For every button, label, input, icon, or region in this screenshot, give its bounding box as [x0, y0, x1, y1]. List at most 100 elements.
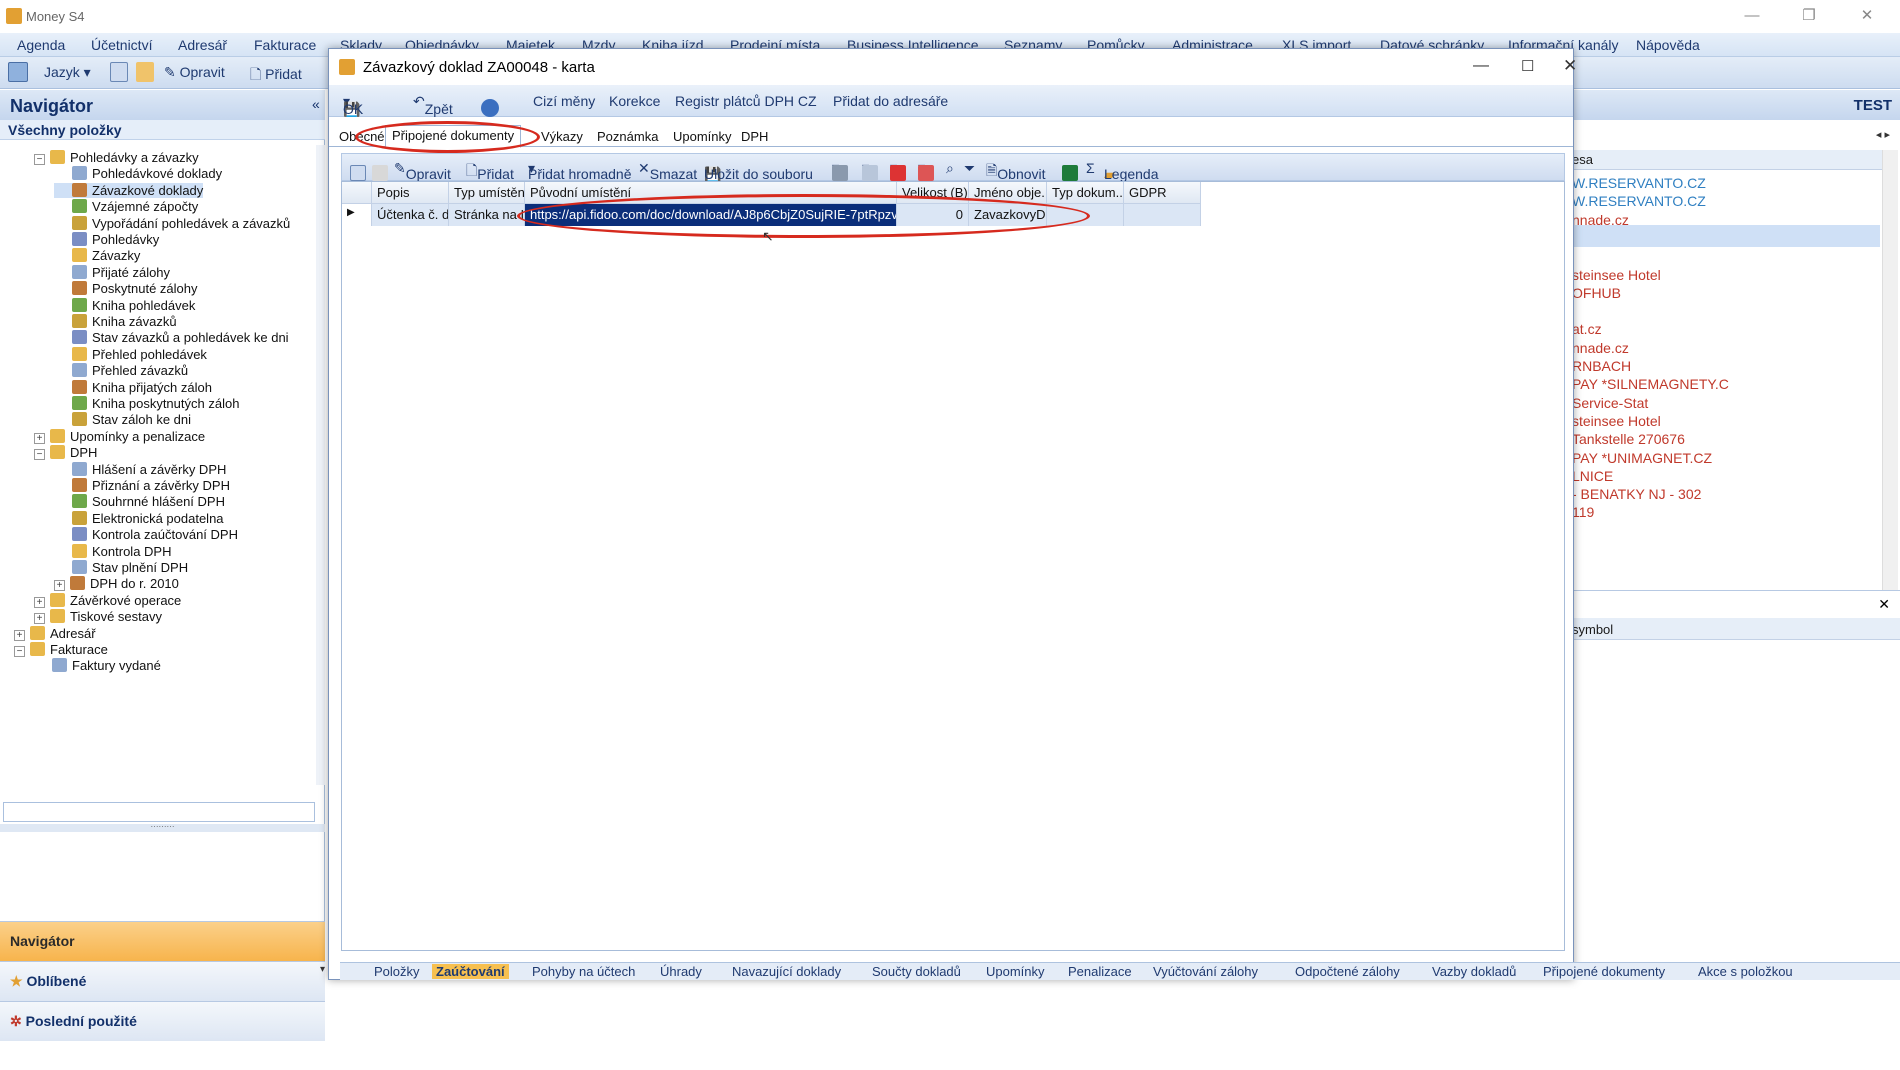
btab-polozky[interactable]: Položky	[374, 964, 420, 979]
tree-item[interactable]: Faktury vydané	[34, 658, 161, 673]
tree-item[interactable]: Přiznání a závěrky DPH	[54, 478, 230, 493]
tree-item[interactable]: Hlášení a závěrky DPH	[54, 461, 226, 477]
expand-icon[interactable]: +	[34, 432, 45, 444]
copy-icon[interactable]	[136, 62, 154, 82]
navigator-button[interactable]: Navigátor	[0, 921, 325, 961]
cell-typ-umisteni[interactable]: Stránka na I...	[449, 204, 525, 226]
expand-icon[interactable]: +	[34, 596, 45, 608]
tree-item[interactable]: Elektronická podatelna	[54, 510, 224, 526]
tree-item[interactable]: Přehled pohledávek	[54, 346, 207, 362]
tree-item[interactable]: Kontrola zaúčtování DPH	[54, 527, 238, 542]
preview-icon[interactable]: ▾	[862, 159, 878, 181]
filter-icon[interactable]: ⏷	[964, 160, 975, 177]
tab-upominky[interactable]: Upomínky	[667, 127, 738, 147]
expand-icon[interactable]: +	[14, 629, 25, 641]
zpet-button[interactable]: ↶ Zpět	[413, 93, 453, 117]
btab-zauctovani[interactable]: Zaúčtování	[432, 964, 509, 979]
splitter-handle[interactable]: ·········	[0, 823, 325, 832]
btab-penalizace[interactable]: Penalizace	[1068, 964, 1132, 979]
smazat-button[interactable]: ✕ Smazat	[638, 160, 697, 182]
tree-item[interactable]: Přehled závazků	[54, 363, 188, 378]
cell-gdpr[interactable]	[1124, 204, 1201, 226]
close-icon[interactable]: ✕	[1855, 5, 1879, 27]
btab-odpoctene[interactable]: Odpočtené zálohy	[1295, 964, 1400, 979]
tree-item[interactable]: + Závěrkové operace	[34, 592, 181, 608]
btab-uhrady[interactable]: Úhrady	[660, 964, 702, 979]
tree-item[interactable]: Přijaté zálohy	[54, 264, 170, 280]
pridat-button[interactable]: 🗋 Přidat	[250, 64, 302, 88]
tree-item[interactable]: Závazkové doklady	[54, 182, 204, 198]
scroll-arrows-icon[interactable]: ◂ ▸	[1876, 128, 1890, 141]
jazyk-button[interactable]: Jazyk ▾	[44, 64, 91, 81]
menu-fakturace[interactable]: Fakturace	[254, 37, 316, 53]
posledni-pouzite-button[interactable]: ✲ Poslední použité	[0, 1001, 325, 1041]
pridat-do-adresare-button[interactable]: Přidat do adresáře	[833, 93, 948, 109]
btab-pripojene[interactable]: Připojené dokumenty	[1543, 964, 1665, 979]
korekce-button[interactable]: Korekce	[609, 93, 660, 109]
registr-platcu-button[interactable]: Registr plátců DPH CZ	[675, 93, 817, 109]
search-icon[interactable]: ⌕	[946, 160, 954, 177]
opravit-button[interactable]: ✎ Opravit	[164, 64, 225, 81]
btab-upominky[interactable]: Upomínky	[986, 964, 1045, 979]
collapse-icon[interactable]: −	[14, 646, 25, 657]
expand-icon[interactable]: +	[34, 613, 45, 625]
menu-adresar[interactable]: Adresář	[178, 37, 227, 53]
tree-item[interactable]: Poskytnuté zálohy	[54, 281, 198, 296]
tree-item[interactable]: + DPH do r. 2010	[54, 576, 179, 592]
column-popis[interactable]: Popis	[372, 182, 449, 204]
symbol-column-header[interactable]: symbol	[1572, 618, 1900, 640]
dialog-maximize-icon[interactable]: ☐	[1521, 57, 1534, 75]
column-header-adresa[interactable]: esa	[1572, 150, 1882, 170]
tree-item[interactable]: Pohledávkové doklady	[54, 166, 222, 181]
tree-item[interactable]: Pohledávky	[54, 232, 159, 247]
btab-vazby[interactable]: Vazby dokladů	[1432, 964, 1516, 979]
close-lower-panel-icon[interactable]: ✕	[1878, 596, 1890, 613]
minimize-icon[interactable]: —	[1740, 5, 1764, 27]
layout-icon[interactable]	[8, 62, 28, 82]
restore-icon[interactable]: ❐	[1797, 5, 1821, 27]
tree-item[interactable]: Vzájemné zápočty	[54, 199, 198, 214]
tree-item[interactable]: − Fakturace	[14, 642, 108, 657]
collapse-navigator-icon[interactable]: «	[312, 96, 320, 112]
tree-item[interactable]: Vypořádání pohledávek a závazků	[54, 215, 290, 231]
pridat-hromadne-button[interactable]: Přidat hromadně ▾	[528, 160, 632, 182]
expand-icon[interactable]: +	[54, 580, 65, 592]
btab-vyuctovani[interactable]: Vyúčtování zálohy	[1153, 964, 1258, 979]
pdf-icon[interactable]: ▾	[890, 159, 906, 181]
column-typ-dokumentu[interactable]: Typ dokum...	[1047, 182, 1124, 204]
tree-item[interactable]: Závazky	[54, 248, 140, 263]
tab-poznamka[interactable]: Poznámka	[591, 127, 664, 147]
column-gdpr[interactable]: GDPR	[1124, 182, 1201, 204]
sum-icon[interactable]: Σ	[1086, 160, 1095, 176]
ok-button[interactable]: 💾 OK ▾	[343, 93, 363, 117]
tree-item[interactable]: − DPH	[34, 445, 97, 461]
tree-item[interactable]: + Adresář	[14, 625, 96, 641]
bottom-scroll-arrow-icon[interactable]: ▾	[320, 964, 325, 975]
navigator-scrollbar[interactable]	[316, 145, 325, 785]
tab-dph[interactable]: DPH	[735, 127, 774, 147]
menu-ucetnictvi[interactable]: Účetnictví	[91, 37, 152, 53]
navigator-search-input[interactable]	[3, 802, 315, 822]
menu-agenda[interactable]: Agenda	[17, 37, 65, 53]
dialog-close-icon[interactable]: ✕	[1563, 56, 1577, 76]
cell-popis[interactable]: Účtenka č. d...	[372, 204, 449, 226]
print-icon[interactable]: ▾	[832, 159, 848, 181]
btab-pohyby[interactable]: Pohyby na účtech	[532, 964, 635, 979]
grid-opravit-button[interactable]: ✎ Opravit	[394, 160, 451, 182]
btab-navazujici[interactable]: Navazující doklady	[732, 964, 841, 979]
dialog-minimize-icon[interactable]: —	[1473, 57, 1489, 75]
tree-item[interactable]: Stav závazků a pohledávek ke dni	[54, 330, 289, 345]
list-item[interactable]: 119	[1572, 501, 1872, 523]
save-icon[interactable]	[110, 62, 128, 82]
tree-item[interactable]: Kontrola DPH	[54, 543, 171, 559]
tree-item[interactable]: + Tiskové sestavy	[34, 609, 162, 625]
tree-item[interactable]: Stav záloh ke dni	[54, 412, 191, 427]
menu-napoveda[interactable]: Nápověda	[1636, 37, 1700, 53]
tree-item[interactable]: Souhrnné hlášení DPH	[54, 494, 225, 509]
tree-item[interactable]: + Upomínky a penalizace	[34, 428, 205, 444]
btab-soucty[interactable]: Součty dokladů	[872, 964, 961, 979]
pdf-email-icon[interactable]: ▾	[918, 159, 934, 181]
tree-item[interactable]: Kniha poskytnutých záloh	[54, 396, 239, 411]
tree-item[interactable]: − Pohledávky a závazky	[34, 150, 199, 165]
tab-vykazy[interactable]: Výkazy	[535, 127, 589, 147]
